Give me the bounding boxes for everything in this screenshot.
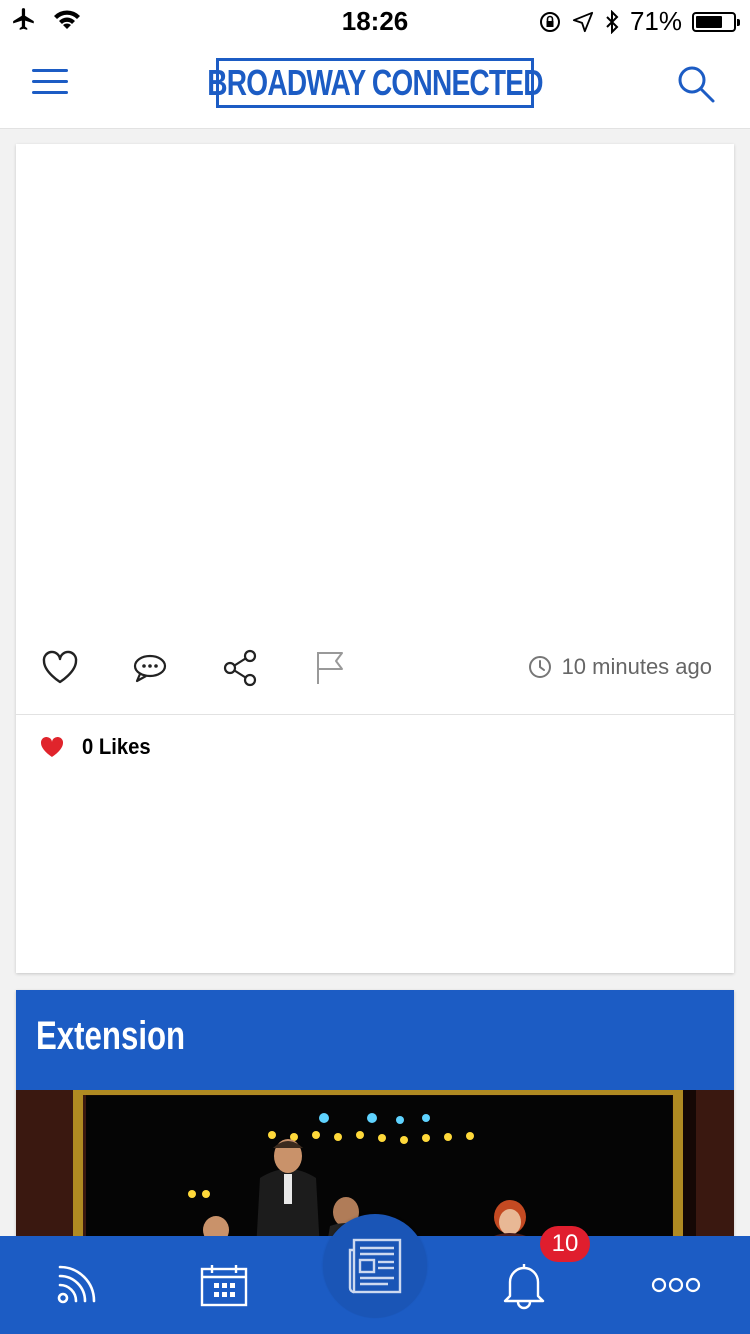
share-icon[interactable]	[220, 648, 260, 688]
notification-badge: 10	[540, 1226, 590, 1262]
feed-icon[interactable]	[26, 1236, 126, 1334]
post-title: Extension	[36, 1014, 186, 1058]
post-media[interactable]	[16, 144, 734, 624]
heart-icon[interactable]	[40, 648, 80, 688]
calendar-icon[interactable]	[174, 1236, 274, 1334]
battery-icon	[692, 11, 740, 32]
more-icon[interactable]	[626, 1236, 726, 1334]
status-bar: 18:26 71%	[0, 0, 750, 40]
hamburger-menu-icon[interactable]	[32, 69, 68, 99]
bluetooth-icon	[606, 9, 619, 34]
app-logo[interactable]: BROADWAY CONNECTED	[207, 58, 544, 108]
post-actions: 10 minutes ago	[16, 634, 734, 704]
post-header: Extension	[16, 990, 734, 1090]
likes-summary[interactable]: 0 Likes	[40, 734, 157, 760]
heart-filled-icon	[40, 736, 64, 757]
logo-text: BROADWAY CONNECTED	[207, 62, 543, 103]
search-icon[interactable]	[676, 64, 716, 104]
post-card: 10 minutes ago 0 Likes	[16, 144, 734, 973]
battery-percent: 71%	[629, 6, 682, 36]
battery-fill	[696, 15, 722, 28]
status-right: 71%	[538, 6, 740, 37]
news-icon[interactable]	[323, 1214, 427, 1318]
location-icon	[572, 11, 594, 32]
post-timestamp: 10 minutes ago	[528, 654, 712, 680]
post-card-extension[interactable]: Extension	[16, 990, 734, 1250]
time-ago: 10 minutes ago	[561, 654, 712, 679]
divider	[16, 714, 734, 715]
orientation-lock-icon	[539, 11, 560, 32]
flag-icon[interactable]	[310, 648, 350, 688]
bottom-tab-bar: 10	[0, 1214, 750, 1334]
clock-icon	[528, 656, 551, 678]
likes-count: 0 Likes	[82, 734, 151, 759]
app-header: BROADWAY CONNECTED	[0, 40, 750, 129]
comment-icon[interactable]	[130, 648, 170, 688]
